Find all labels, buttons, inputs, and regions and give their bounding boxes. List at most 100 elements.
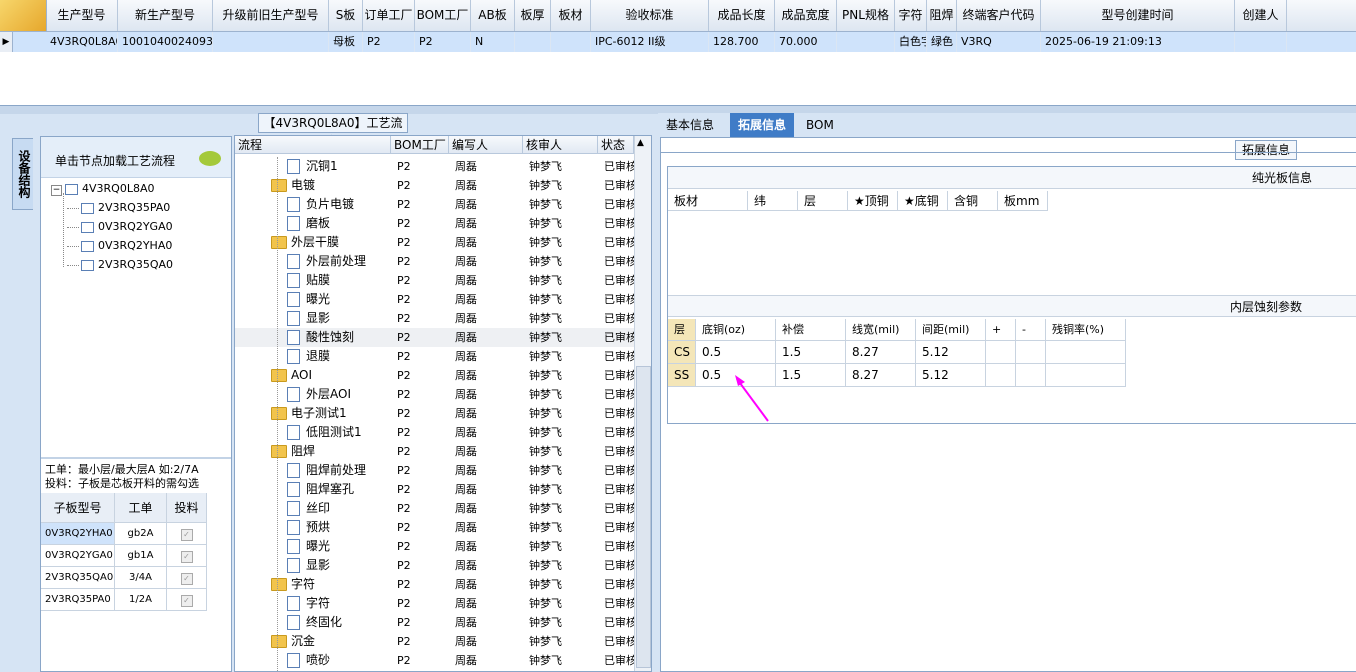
device-structure-tab[interactable]: 设备结构 <box>12 138 33 210</box>
etch-cell[interactable]: 5.12 <box>916 341 986 364</box>
flow-step[interactable]: 曝光 <box>235 537 391 556</box>
grid-cell-2[interactable] <box>213 32 329 52</box>
flow-reviewer-cell[interactable]: 钟梦飞 <box>529 537 598 556</box>
flow-step[interactable]: 字符 <box>235 594 391 613</box>
tree-node[interactable]: 2V3RQ35QA0 <box>67 258 173 271</box>
flow-status-cell[interactable]: 已审核 <box>604 556 634 575</box>
flow-bom-cell[interactable]: P2 <box>397 328 449 347</box>
flow-status-cell[interactable]: 已审核 <box>604 309 634 328</box>
flow-column-header[interactable]: 流程 <box>235 136 391 154</box>
tree-root-node[interactable]: −4V3RQ0L8A0 <box>51 182 154 196</box>
sub-board-order[interactable]: 3/4A <box>115 567 167 589</box>
flow-step[interactable]: 字符 <box>235 575 391 594</box>
flow-status-cell[interactable]: 已审核 <box>604 176 634 195</box>
flow-column-header[interactable]: 核审人 <box>523 136 598 154</box>
flow-step[interactable]: 沉铜1 <box>235 157 391 176</box>
flow-row[interactable]: 字符 P2 周磊 钟梦飞 已审核 <box>235 594 635 613</box>
etch-column-header[interactable]: + <box>986 319 1016 341</box>
flow-row[interactable]: 字符 P2 周磊 钟梦飞 已审核 <box>235 575 635 594</box>
flow-step[interactable]: 退膜 <box>235 347 391 366</box>
column-header-14[interactable]: 阻焊 <box>927 0 957 31</box>
bare-board-column[interactable]: 板mm <box>998 191 1048 211</box>
flow-reviewer-cell[interactable]: 钟梦飞 <box>529 442 598 461</box>
flow-bom-cell[interactable]: P2 <box>397 556 449 575</box>
flow-row[interactable]: 喷砂 P2 周磊 钟梦飞 已审核 <box>235 651 635 670</box>
tree-node[interactable]: 0V3RQ2YHA0 <box>67 239 172 252</box>
grid-corner[interactable] <box>0 0 47 31</box>
flow-writer-cell[interactable]: 周磊 <box>455 537 523 556</box>
grid-cell-10[interactable]: 128.700 <box>709 32 775 52</box>
grid-cell-17[interactable] <box>1235 32 1287 52</box>
column-header-12[interactable]: PNL规格 <box>837 0 895 31</box>
flow-row[interactable]: 曝光 P2 周磊 钟梦飞 已审核 <box>235 537 635 556</box>
tab-0[interactable]: 基本信息 <box>658 113 722 137</box>
feed-cell[interactable]: ✓ <box>167 567 207 589</box>
grid-cell-16[interactable]: 2025-06-19 21:09:13 <box>1041 32 1235 52</box>
column-header-6[interactable]: AB板 <box>471 0 515 31</box>
flow-bom-cell[interactable]: P2 <box>397 575 449 594</box>
flow-step[interactable]: 电镀 <box>235 176 391 195</box>
flow-bom-cell[interactable]: P2 <box>397 176 449 195</box>
column-header-13[interactable]: 字符 <box>895 0 927 31</box>
flow-status-cell[interactable]: 已审核 <box>604 423 634 442</box>
flow-step[interactable]: 曝光 <box>235 290 391 309</box>
grid-cell-0[interactable]: 4V3RQ0L8A0 <box>46 32 118 52</box>
flow-bom-cell[interactable]: P2 <box>397 385 449 404</box>
flow-reviewer-cell[interactable]: 钟梦飞 <box>529 385 598 404</box>
flow-row[interactable]: 电镀 P2 周磊 钟梦飞 已审核 <box>235 176 635 195</box>
etch-column-header[interactable]: - <box>1016 319 1046 341</box>
flow-writer-cell[interactable]: 周磊 <box>455 461 523 480</box>
model-grid-row[interactable]: 4V3RQ0L8A0 10010400240939 母板 P2 P2 N IPC-6012 … <box>0 32 1356 52</box>
tree-node[interactable]: 2V3RQ35PA0 <box>67 201 170 214</box>
flow-row[interactable]: 外层AOI P2 周磊 钟梦飞 已审核 <box>235 385 635 404</box>
flow-row[interactable]: 阻焊前处理 P2 周磊 钟梦飞 已审核 <box>235 461 635 480</box>
flow-status-cell[interactable]: 已审核 <box>604 366 634 385</box>
flow-reviewer-cell[interactable]: 钟梦飞 <box>529 347 598 366</box>
flow-bom-cell[interactable]: P2 <box>397 271 449 290</box>
flow-writer-cell[interactable]: 周磊 <box>455 518 523 537</box>
etch-cell[interactable]: 1.5 <box>776 364 846 387</box>
flow-status-cell[interactable]: 已审核 <box>604 461 634 480</box>
flow-reviewer-cell[interactable]: 钟梦飞 <box>529 233 598 252</box>
bare-board-column[interactable]: 纬 <box>748 191 798 211</box>
flow-bom-cell[interactable]: P2 <box>397 594 449 613</box>
flow-status-cell[interactable]: 已审核 <box>604 404 634 423</box>
flow-row[interactable]: 磨板 P2 周磊 钟梦飞 已审核 <box>235 214 635 233</box>
flow-bom-cell[interactable]: P2 <box>397 157 449 176</box>
flow-reviewer-cell[interactable]: 钟梦飞 <box>529 404 598 423</box>
flow-column-header[interactable]: BOM工厂 <box>391 136 449 154</box>
flow-bom-cell[interactable]: P2 <box>397 404 449 423</box>
flow-step[interactable]: 显影 <box>235 556 391 575</box>
flow-status-cell[interactable]: 已审核 <box>604 347 634 366</box>
flow-row[interactable]: 负片电镀 P2 周磊 钟梦飞 已审核 <box>235 195 635 214</box>
etch-cell[interactable] <box>1016 341 1046 364</box>
flow-bom-cell[interactable]: P2 <box>397 499 449 518</box>
grid-cell-14[interactable]: 绿色 <box>927 32 957 52</box>
flow-status-cell[interactable]: 已审核 <box>604 594 634 613</box>
grid-cell-11[interactable]: 70.000 <box>775 32 837 52</box>
flow-row[interactable]: 低阻测试1 P2 周磊 钟梦飞 已审核 <box>235 423 635 442</box>
etch-cell[interactable]: 5.12 <box>916 364 986 387</box>
flow-bom-cell[interactable]: P2 <box>397 366 449 385</box>
feed-cell[interactable]: ✓ <box>167 545 207 567</box>
etch-cell[interactable] <box>1046 364 1126 387</box>
flow-writer-cell[interactable]: 周磊 <box>455 176 523 195</box>
sub-grid-header[interactable]: 投料 <box>167 493 207 523</box>
flow-step[interactable]: 阻焊 <box>235 442 391 461</box>
grid-cell-1[interactable]: 10010400240939 <box>118 32 213 52</box>
sub-grid-header[interactable]: 子板型号 <box>41 493 115 523</box>
etch-cell[interactable]: 8.27 <box>846 364 916 387</box>
flow-reviewer-cell[interactable]: 钟梦飞 <box>529 594 598 613</box>
column-header-11[interactable]: 成品宽度 <box>775 0 837 31</box>
flow-reviewer-cell[interactable]: 钟梦飞 <box>529 328 598 347</box>
flow-writer-cell[interactable]: 周磊 <box>455 632 523 651</box>
flow-reviewer-cell[interactable]: 钟梦飞 <box>529 461 598 480</box>
grid-cell-8[interactable] <box>551 32 591 52</box>
flow-reviewer-cell[interactable]: 钟梦飞 <box>529 556 598 575</box>
flow-row[interactable]: 贴膜 P2 周磊 钟梦飞 已审核 <box>235 271 635 290</box>
flow-status-cell[interactable]: 已审核 <box>604 157 634 176</box>
flow-writer-cell[interactable]: 周磊 <box>455 423 523 442</box>
flow-reviewer-cell[interactable]: 钟梦飞 <box>529 423 598 442</box>
sub-board-order[interactable]: 1/2A <box>115 589 167 611</box>
flow-step[interactable]: 负片电镀 <box>235 195 391 214</box>
